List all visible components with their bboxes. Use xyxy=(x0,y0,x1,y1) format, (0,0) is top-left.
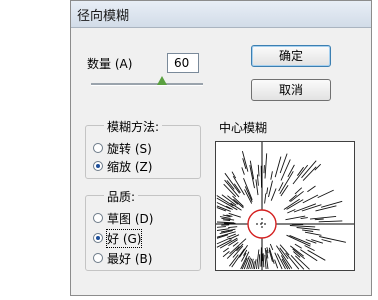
blur-streak xyxy=(286,234,311,247)
radio-good-label[interactable]: 好 (G) xyxy=(105,229,143,248)
amount-input[interactable]: 60 xyxy=(167,53,199,73)
amount-slider-track[interactable] xyxy=(91,83,203,86)
blur-streak xyxy=(287,209,296,214)
radio-best-label[interactable]: 最好 (B) xyxy=(107,250,152,267)
blur-streak xyxy=(222,219,231,221)
blur-streak xyxy=(314,218,324,221)
blur-streak xyxy=(222,251,230,258)
amount-label: 数量 (A) xyxy=(87,57,133,71)
blur-streak xyxy=(317,189,334,199)
blur-streak xyxy=(302,194,319,204)
center-blur-title: 中心模糊 xyxy=(219,121,268,135)
blur-streak xyxy=(269,243,274,251)
blur-streak xyxy=(232,241,239,247)
blur-streak xyxy=(270,171,273,180)
blur-streak xyxy=(292,164,309,185)
blur-streak xyxy=(253,259,257,270)
blur-streak xyxy=(216,226,226,228)
radio-zoom-label[interactable]: 缩放 (Z) xyxy=(107,158,152,175)
blur-streak xyxy=(279,171,294,195)
blur-streak xyxy=(268,180,273,198)
blur-streak xyxy=(229,234,240,240)
blur-streak xyxy=(233,183,241,194)
radio-draft-label[interactable]: 草图 (D) xyxy=(107,210,153,227)
blur-streak xyxy=(320,200,343,208)
blur-streak xyxy=(216,221,235,224)
dialog-title: 径向模糊 xyxy=(77,9,130,24)
blur-streak xyxy=(228,226,238,229)
blur-streak xyxy=(304,231,322,236)
radio-spin-label[interactable]: 旋转 (S) xyxy=(107,140,152,157)
zoom-lines-graphic xyxy=(216,142,354,270)
blur-streak xyxy=(280,255,291,270)
radio-zoom[interactable] xyxy=(93,161,103,171)
ok-button[interactable]: 确定 xyxy=(251,45,331,67)
blur-center-preview[interactable] xyxy=(215,141,355,271)
blur-streak xyxy=(307,249,326,261)
blur-streak xyxy=(262,253,265,268)
quality-title: 品质: xyxy=(104,188,139,205)
blur-streak xyxy=(241,167,245,175)
blur-streak xyxy=(321,239,332,243)
blur-streak xyxy=(286,199,304,210)
blur-streak xyxy=(256,174,259,186)
blur-streak xyxy=(274,259,279,269)
title-bar[interactable]: 径向模糊 xyxy=(71,1,371,28)
cancel-button[interactable]: 取消 xyxy=(251,79,331,101)
blur-streak xyxy=(258,254,261,270)
blur-streak xyxy=(244,186,253,202)
blur-streak xyxy=(270,188,277,201)
blur-streak xyxy=(319,236,346,243)
radio-best[interactable] xyxy=(93,253,103,263)
blur-streak xyxy=(280,159,291,181)
blur-streak xyxy=(296,227,320,231)
radio-spin[interactable] xyxy=(93,143,103,153)
blur-streak xyxy=(223,247,229,253)
blur-streak xyxy=(311,239,324,244)
blur-streak xyxy=(294,243,302,249)
blur-streak xyxy=(292,248,305,260)
blur-streak xyxy=(289,225,316,228)
blur-streak xyxy=(318,220,343,223)
blur-streak xyxy=(302,229,314,232)
radio-draft[interactable] xyxy=(93,213,103,223)
blur-streak xyxy=(315,205,337,212)
blur-streak xyxy=(260,247,262,267)
blur-method-title: 模糊方法: xyxy=(104,118,163,135)
radio-good[interactable] xyxy=(93,233,103,243)
blur-streak xyxy=(264,193,267,204)
amount-slider-thumb[interactable] xyxy=(157,76,168,85)
blur-streak xyxy=(216,228,230,231)
blur-streak xyxy=(266,187,269,195)
blur-streak xyxy=(274,156,282,178)
blur-streak xyxy=(285,215,306,221)
blur-streak xyxy=(233,198,244,209)
blur-streak xyxy=(264,153,268,179)
blur-streak xyxy=(252,261,255,270)
blur-streak xyxy=(257,164,260,177)
blur-streak xyxy=(241,252,247,262)
radial-blur-dialog: 径向模糊 数量 (A) 60 确定 取消 模糊方法: 旋转 (S) 缩放 (Z)… xyxy=(70,0,372,296)
blur-streak xyxy=(219,237,238,249)
blur-streak xyxy=(307,185,316,193)
blur-streak xyxy=(268,247,275,264)
blur-streak xyxy=(264,254,267,270)
blur-streak xyxy=(300,217,308,220)
